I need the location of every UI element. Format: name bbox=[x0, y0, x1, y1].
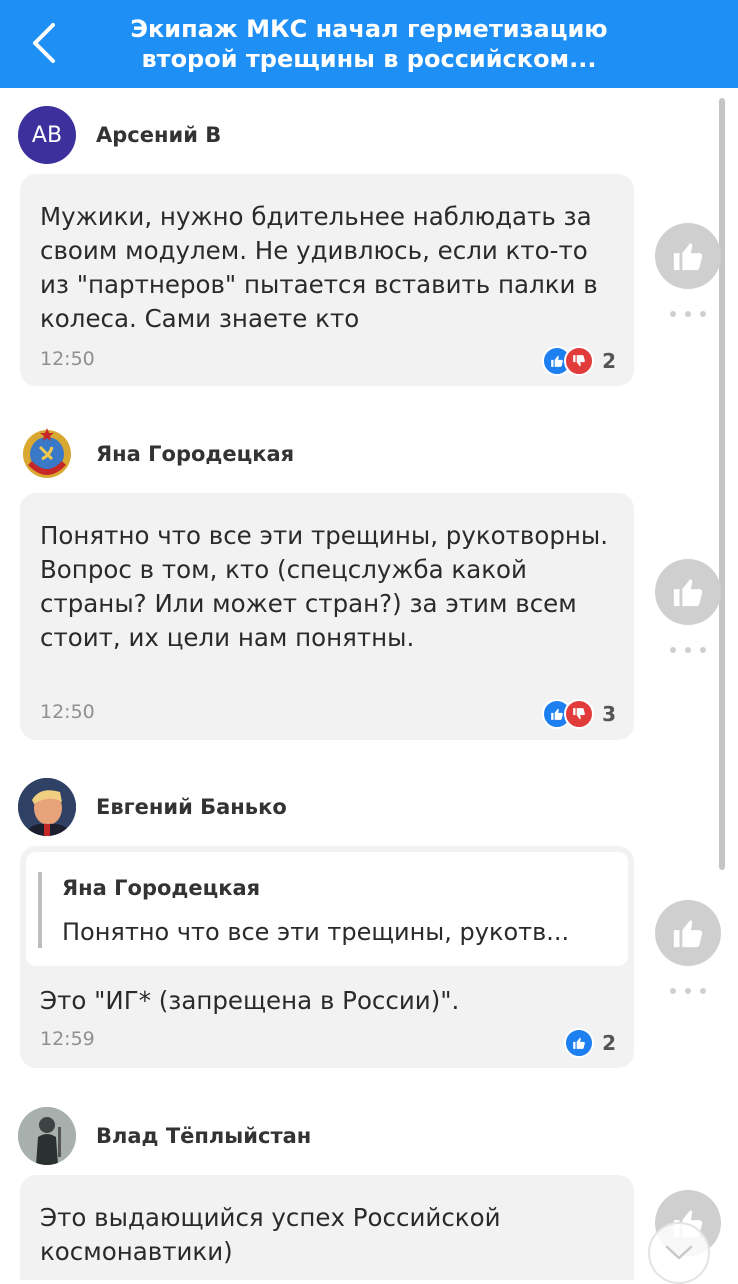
top-app-bar: Экипаж МКС начал герметизацию второй тре… bbox=[0, 0, 738, 88]
thumbs-down-icon bbox=[564, 699, 595, 729]
scroll-down-button[interactable] bbox=[648, 1222, 710, 1284]
comment-bubble: Яна Городецкая Понятно что все эти трещи… bbox=[20, 846, 634, 1068]
author-name[interactable]: Арсений В bbox=[96, 123, 221, 147]
scrollbar[interactable] bbox=[719, 98, 725, 870]
thumbs-up-icon bbox=[673, 579, 703, 607]
thumbs-up-icon bbox=[673, 243, 703, 271]
comment-text: Это выдающийся успех Российской космонав… bbox=[40, 1203, 501, 1266]
avatar[interactable] bbox=[18, 1107, 76, 1165]
comment-text: Это "ИГ* (запрещена в России)". bbox=[40, 986, 460, 1015]
avatar[interactable]: AB bbox=[18, 106, 76, 164]
reaction-count: 2 bbox=[602, 1031, 616, 1055]
comment-bubble: Мужики, нужно бдительнее наблюдать за св… bbox=[20, 174, 634, 386]
like-button[interactable] bbox=[655, 900, 721, 966]
thumbs-up-icon bbox=[673, 920, 703, 948]
quoted-comment[interactable]: Яна Городецкая Понятно что все эти трещи… bbox=[26, 852, 628, 966]
comment-time: 12:59 bbox=[40, 1028, 95, 1050]
more-options-button[interactable] bbox=[670, 985, 706, 997]
comment-text: Понятно что все эти трещины, рукотворны.… bbox=[40, 521, 609, 652]
more-dots-icon bbox=[670, 988, 676, 994]
comment-bubble: Понятно что все эти трещины, рукотворны.… bbox=[20, 493, 634, 740]
back-arrow-icon bbox=[33, 23, 55, 63]
reaction-count: 3 bbox=[602, 702, 616, 726]
more-options-button[interactable] bbox=[670, 308, 706, 320]
page-title: Экипаж МКС начал герметизацию второй тре… bbox=[130, 15, 608, 73]
author-name[interactable]: Евгений Банько bbox=[96, 795, 287, 819]
comment-bubble: Это выдающийся успех Российской космонав… bbox=[20, 1175, 634, 1280]
emblem-avatar-image bbox=[23, 428, 71, 478]
more-dots-icon bbox=[670, 647, 676, 653]
reaction-summary[interactable]: 3 bbox=[542, 699, 616, 729]
more-dots-icon bbox=[670, 311, 676, 317]
like-button[interactable] bbox=[655, 223, 721, 289]
more-options-button[interactable] bbox=[670, 644, 706, 656]
chevron-down-icon bbox=[665, 1245, 693, 1260]
comment-author-row: AB Арсений В bbox=[18, 105, 221, 165]
comment-time: 12:50 bbox=[40, 348, 95, 370]
thumbs-up-icon bbox=[564, 1028, 595, 1058]
quote-bar bbox=[38, 872, 42, 948]
comment-text: Мужики, нужно бдительнее наблюдать за св… bbox=[40, 202, 598, 333]
thumbs-down-icon bbox=[564, 346, 595, 376]
comment-author-row: Евгений Банько bbox=[18, 777, 287, 837]
like-button[interactable] bbox=[655, 559, 721, 625]
reaction-summary[interactable]: 2 bbox=[564, 1028, 616, 1058]
avatar[interactable] bbox=[18, 778, 76, 836]
comment-author-row: Влад Тёплыйстан bbox=[18, 1106, 311, 1166]
quote-text: Понятно что все эти трещины, рукотв... bbox=[62, 918, 570, 946]
author-name[interactable]: Влад Тёплыйстан bbox=[96, 1124, 311, 1148]
photo-avatar-image bbox=[18, 778, 76, 836]
comment-author-row: Яна Городецкая bbox=[18, 424, 294, 484]
back-button[interactable] bbox=[22, 18, 66, 68]
avatar[interactable] bbox=[18, 425, 76, 483]
photo-avatar-image bbox=[18, 1107, 76, 1165]
reaction-summary[interactable]: 2 bbox=[542, 346, 616, 376]
comment-time: 12:50 bbox=[40, 701, 95, 723]
author-name[interactable]: Яна Городецкая bbox=[96, 442, 294, 466]
reaction-count: 2 bbox=[602, 349, 616, 373]
quote-author: Яна Городецкая bbox=[62, 876, 261, 900]
